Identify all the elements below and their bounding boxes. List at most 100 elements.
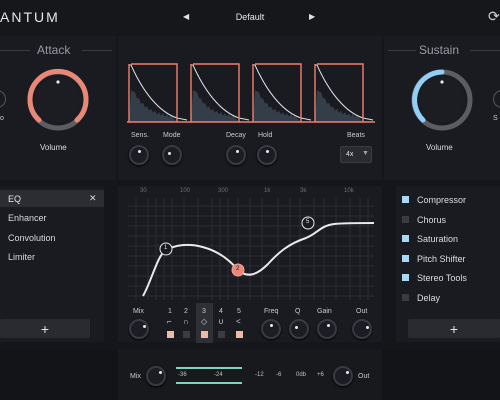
eq-mix-label: Mix — [133, 308, 144, 315]
sens-knob[interactable] — [129, 145, 149, 165]
chain-item-eq-label: EQ — [8, 194, 22, 204]
next-preset-button[interactable]: ▶ — [309, 12, 315, 21]
eq-band-enable-toggle[interactable] — [183, 331, 190, 338]
eq-band-enable-toggle[interactable] — [201, 331, 208, 338]
right-chain-item[interactable]: Saturation — [402, 232, 498, 246]
module-enable-toggle[interactable] — [402, 293, 409, 301]
eq-band-number[interactable]: 5 — [237, 308, 241, 315]
eq-freq-tick: 30 — [140, 188, 147, 194]
mode-knob[interactable] — [162, 145, 182, 165]
eq-band-enable-toggle[interactable] — [218, 331, 225, 338]
sustain-title-line-left — [388, 50, 416, 51]
module-enable-toggle[interactable] — [402, 254, 409, 262]
right-chain-item[interactable]: Compressor — [402, 193, 498, 207]
module-label: Pitch Shifter — [417, 253, 466, 264]
eq-band-shape-icon[interactable]: ⌐ — [167, 317, 172, 326]
waveform-fill — [253, 90, 301, 122]
close-icon[interactable]: ✕ — [89, 193, 97, 204]
attack-cut-label: o — [0, 115, 4, 122]
beats-dropdown-value: 4x — [346, 151, 354, 158]
output-meter-track[interactable]: -36 -24 -12 -6 0db +6 — [176, 367, 326, 384]
mode-knob-pointer — [168, 152, 171, 155]
eq-q-knob-pointer — [295, 326, 298, 329]
eq-gain-knob-pointer — [327, 324, 330, 327]
eq-gain-knob[interactable] — [317, 319, 337, 339]
attack-title-line — [82, 50, 112, 51]
eq-band-number[interactable]: 1 — [168, 308, 172, 315]
module-enable-toggle[interactable] — [402, 196, 409, 203]
eq-band-shape-icon[interactable]: ∪ — [218, 317, 224, 326]
footer-mix-knob[interactable] — [146, 366, 166, 386]
eq-out-knob[interactable] — [352, 319, 372, 339]
eq-band-number[interactable]: 3 — [202, 308, 206, 315]
meter-bar-bottom — [176, 382, 242, 384]
beats-dropdown[interactable]: 4x ▼ — [340, 146, 372, 163]
meter-tick-label: +6 — [317, 372, 324, 378]
eq-gain-label: Gain — [317, 308, 332, 315]
attack-volume-knob[interactable] — [25, 67, 91, 133]
chain-item-enhancer[interactable]: Enhancer — [8, 213, 47, 223]
meter-tick-label: -36 — [178, 372, 187, 378]
add-right-module-button[interactable]: + — [408, 319, 500, 338]
waveform-fill — [191, 90, 239, 122]
eq-freq-tick: 1k — [264, 188, 271, 194]
decay-knob[interactable] — [226, 145, 246, 165]
attack-title-line-left — [0, 50, 30, 51]
sustain-title-line-right — [470, 50, 500, 51]
add-left-module-button[interactable]: + — [0, 319, 90, 338]
eq-freq-tick: 10k — [344, 188, 354, 194]
hold-knob[interactable] — [257, 145, 277, 165]
beats-label: Beats — [347, 132, 365, 139]
chain-item-convolution[interactable]: Convolution — [8, 233, 56, 243]
eq-freq-knob[interactable] — [261, 319, 281, 339]
module-label: Chorus — [417, 214, 447, 225]
eq-band-shape-icon[interactable]: < — [236, 317, 241, 326]
preset-name[interactable]: Default — [220, 12, 280, 22]
eq-mix-knob-pointer — [143, 325, 146, 328]
right-chain-item[interactable]: Pitch Shifter — [402, 252, 498, 266]
eq-band-number[interactable]: 4 — [219, 308, 223, 315]
eq-freq-label: Freq — [264, 308, 279, 315]
envelope-waveform — [127, 63, 375, 123]
chain-item-eq[interactable]: EQ ✕ — [0, 190, 104, 207]
module-enable-toggle[interactable] — [402, 215, 409, 223]
eq-freq-tick: 3k — [300, 188, 307, 194]
eq-band-shape-icon[interactable]: ∩ — [183, 317, 189, 326]
eq-node-2-label: 2 — [236, 266, 240, 272]
eq-band-shape-icon[interactable]: ◇ — [201, 317, 207, 326]
eq-q-knob[interactable] — [289, 319, 309, 339]
decay-label: Decay — [226, 132, 246, 139]
sustain-volume-knob[interactable] — [409, 67, 475, 133]
eq-mix-knob[interactable] — [129, 319, 149, 339]
eq-band-number[interactable]: 2 — [184, 308, 188, 315]
module-enable-toggle[interactable] — [402, 235, 409, 242]
eq-band-enable-toggle[interactable] — [167, 331, 174, 338]
eq-freq-tick: 100 — [180, 188, 191, 194]
mode-label: Mode — [163, 132, 181, 139]
module-enable-toggle[interactable] — [402, 274, 409, 281]
waveform-fill — [315, 90, 363, 122]
sustain-title: Sustain — [419, 43, 460, 57]
meter-tick-label: -6 — [276, 372, 282, 378]
meter-tick-label: -12 — [255, 372, 264, 378]
chevron-down-icon: ▼ — [362, 150, 369, 157]
eq-band-enable-toggle[interactable] — [236, 331, 243, 338]
hold-knob-pointer — [266, 150, 269, 153]
eq-node-1-label: 1 — [164, 245, 168, 251]
sustain-cut-label: S — [493, 115, 498, 122]
eq-graph[interactable] — [128, 186, 374, 300]
right-chain-item[interactable]: Delay — [402, 291, 498, 305]
prev-preset-button[interactable]: ◀ — [183, 12, 189, 21]
hold-label: Hold — [258, 132, 273, 139]
chain-item-limiter[interactable]: Limiter — [8, 252, 35, 262]
footer-out-knob[interactable] — [333, 366, 353, 386]
brand-logo: ANTUM — [0, 9, 60, 25]
meter-bar-top — [176, 367, 242, 369]
right-chain-item[interactable]: Stereo Tools — [402, 271, 498, 285]
eq-out-label: Out — [356, 308, 368, 315]
sustain-volume-label: Volume — [426, 143, 453, 152]
module-label: Compressor — [417, 195, 467, 205]
right-chain-item[interactable]: Chorus — [402, 213, 498, 227]
attack-volume-label: Volume — [40, 143, 67, 152]
refresh-icon[interactable]: ⟳ — [488, 8, 500, 25]
